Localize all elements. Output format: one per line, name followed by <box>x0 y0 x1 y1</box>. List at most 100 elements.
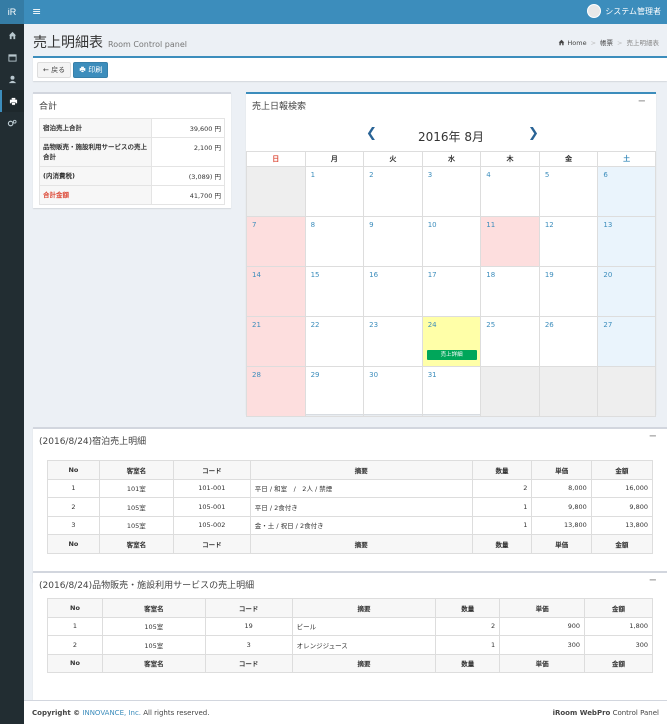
table-cell: 13,800 <box>590 515 654 535</box>
cogs-icon[interactable] <box>0 112 24 134</box>
column-header[interactable]: 数量 <box>435 653 501 673</box>
column-header[interactable]: コード <box>172 534 251 554</box>
breadcrumb-ledger[interactable]: 帳票 <box>600 39 613 47</box>
calendar-day[interactable]: 24 売上詳細 <box>421 317 481 367</box>
table-cell: 300 <box>584 635 653 655</box>
table-cell: 2 <box>47 635 103 655</box>
calendar-day[interactable]: 8 <box>304 217 364 267</box>
calendar-day[interactable]: 28 <box>246 367 305 417</box>
column-header[interactable]: 単価 <box>531 534 592 554</box>
collapse-icon[interactable]: − <box>649 431 657 442</box>
weekday-label: 火 <box>363 151 422 167</box>
column-header[interactable]: 金額 <box>590 534 654 554</box>
table-cell: 13,800 <box>531 515 592 535</box>
calendar-day[interactable]: 12 <box>538 217 598 267</box>
calendar-day[interactable]: 11 <box>480 217 539 267</box>
calendar-day[interactable]: 27 <box>597 317 656 367</box>
calendar-day[interactable]: 5 <box>538 167 598 217</box>
table-header-row: No 客室名 コード 摘要 数量 単価 金額 <box>47 534 654 554</box>
calendar-day[interactable]: 13 <box>597 217 656 267</box>
calendar-day[interactable]: 1 <box>304 167 364 217</box>
calendar-day[interactable]: 21 <box>246 317 305 367</box>
calendar-day[interactable]: 3 <box>421 167 481 217</box>
calendar-day[interactable]: 6 <box>597 167 656 217</box>
sales-detail-event[interactable]: 売上詳細 <box>426 350 477 360</box>
calendar-day[interactable]: 31 <box>421 367 481 417</box>
day-number: 5 <box>544 171 550 179</box>
calendar-day[interactable]: 25 <box>480 317 539 367</box>
calendar-day[interactable]: 23 <box>363 317 422 367</box>
column-header[interactable]: 金額 <box>590 460 654 480</box>
day-number: 23 <box>369 321 379 329</box>
print-button[interactable]: 印刷 <box>73 62 109 78</box>
app-logo[interactable]: iR <box>0 0 24 24</box>
calendar-box: 売上日報検索 − ❮ 2016年 8月 ❯ 日月火水木金土 1234567891… <box>246 92 656 417</box>
column-header[interactable]: 単価 <box>499 653 586 673</box>
day-number: 9 <box>369 221 374 229</box>
column-header[interactable]: コード <box>172 460 251 480</box>
calendar-day[interactable]: 29 <box>304 367 364 417</box>
column-header[interactable]: 金額 <box>584 653 653 673</box>
calendar-day[interactable]: 17 <box>421 267 481 317</box>
column-header[interactable]: 金額 <box>584 598 653 618</box>
day-number: 25 <box>486 321 496 329</box>
column-header[interactable]: 数量 <box>435 598 501 618</box>
user-icon[interactable] <box>0 68 24 90</box>
column-header[interactable]: 単価 <box>499 598 586 618</box>
user-name: システム管理者 <box>605 6 661 16</box>
column-header[interactable]: No <box>47 534 100 554</box>
calendar-day[interactable]: 10 <box>421 217 481 267</box>
calendar-day[interactable]: 14 <box>246 267 305 317</box>
calendar-day[interactable]: 22 <box>304 317 364 367</box>
column-header[interactable]: 客室名 <box>101 653 206 673</box>
home-icon[interactable] <box>0 24 24 46</box>
column-header[interactable]: 摘要 <box>249 460 473 480</box>
column-header[interactable]: 客室名 <box>98 460 174 480</box>
summary-value: 39,600 円 <box>151 118 225 138</box>
calendar-day[interactable]: 30 <box>363 367 422 417</box>
day-number: 6 <box>603 171 608 179</box>
calendar-day[interactable]: 26 <box>538 317 598 367</box>
column-header[interactable]: コード <box>204 653 293 673</box>
menu-toggle-icon[interactable]: ≡ <box>32 5 41 18</box>
calendar-icon[interactable] <box>0 46 24 68</box>
calendar-day[interactable]: 7 <box>246 217 305 267</box>
back-button[interactable]: ← 戻る <box>37 62 72 78</box>
calendar-day[interactable]: 20 <box>597 267 656 317</box>
column-header[interactable]: No <box>47 460 100 480</box>
collapse-icon[interactable]: − <box>638 96 646 107</box>
column-header[interactable]: 摘要 <box>291 598 437 618</box>
calendar-week: 1 2 3 4 5 6 <box>246 167 656 217</box>
company-link[interactable]: INNOVANCE, Inc. <box>82 709 141 717</box>
column-header[interactable]: 摘要 <box>291 653 437 673</box>
calendar-day[interactable]: 4 <box>480 167 539 217</box>
print-icon[interactable] <box>0 90 24 112</box>
column-header[interactable]: コード <box>204 598 293 618</box>
column-header[interactable]: 数量 <box>471 460 533 480</box>
column-header[interactable]: 客室名 <box>98 534 174 554</box>
column-header[interactable]: No <box>47 653 103 673</box>
collapse-icon[interactable]: − <box>649 575 657 586</box>
user-menu[interactable]: システム管理者 <box>587 4 661 18</box>
table-cell: 金・土 / 祝日 / 2食付き <box>249 515 473 535</box>
calendar-day[interactable]: 15 <box>304 267 364 317</box>
top-navbar: ≡ システム管理者 <box>24 0 667 24</box>
calendar-day[interactable]: 16 <box>363 267 422 317</box>
table-cell: 300 <box>499 635 586 655</box>
column-header[interactable]: No <box>47 598 103 618</box>
column-header[interactable]: 客室名 <box>101 598 206 618</box>
calendar-day[interactable]: 9 <box>363 217 422 267</box>
calendar-box-title: 売上日報検索 <box>252 102 307 112</box>
column-header[interactable]: 数量 <box>471 534 533 554</box>
breadcrumb-home[interactable]: Home <box>567 39 586 47</box>
calendar-day[interactable]: 2 <box>363 167 422 217</box>
table-header-row: No 客室名 コード 摘要 数量 単価 金額 <box>47 653 653 673</box>
table-cell: 2 <box>435 616 501 636</box>
calendar-day[interactable]: 19 <box>538 267 598 317</box>
copyright: Copyright © INNOVANCE, Inc. All rights r… <box>32 709 209 717</box>
column-header[interactable]: 摘要 <box>249 534 473 554</box>
calendar-day[interactable]: 18 <box>480 267 539 317</box>
column-header[interactable]: 単価 <box>531 460 592 480</box>
next-month-icon[interactable]: ❯ <box>528 126 539 141</box>
day-number: 30 <box>369 371 379 379</box>
